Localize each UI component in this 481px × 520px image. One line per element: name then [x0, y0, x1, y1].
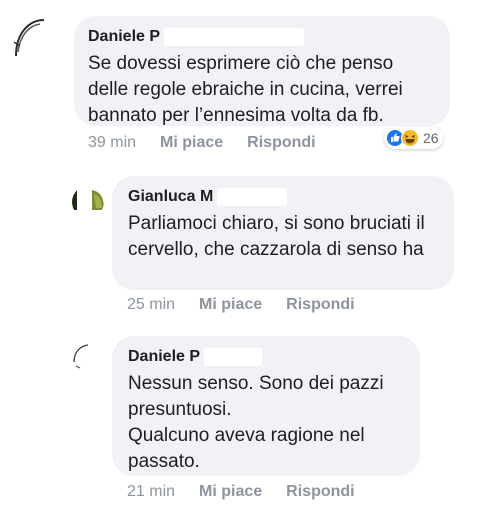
comment-bubble: Daniele P Se dovessi esprimere ciò che p…	[74, 16, 450, 126]
like-button[interactable]: Mi piace	[199, 296, 262, 314]
avatar-image	[72, 186, 104, 218]
haha-icon	[401, 129, 419, 147]
avatar-image	[70, 340, 104, 374]
reply-button[interactable]: Rispondi	[247, 134, 315, 152]
avatar[interactable]	[10, 12, 74, 76]
comment-timestamp[interactable]: 39 min	[88, 134, 136, 152]
avatar[interactable]	[70, 340, 104, 374]
comment-bubble: Gianluca M Parliamoci chiaro, si sono br…	[112, 176, 454, 290]
comment-author[interactable]: Daniele P	[128, 348, 200, 366]
redaction-box	[164, 28, 305, 46]
comment-actions: 39 min Mi piace Rispondi	[88, 134, 316, 152]
comment-author[interactable]: Daniele P	[88, 28, 160, 46]
comment-text: Parliamoci chiaro, si sono bruciati il c…	[128, 213, 425, 260]
comment-text: Nessun senso. Sono dei pazzi presuntuosi…	[128, 373, 384, 472]
reply-button[interactable]: Rispondi	[286, 296, 354, 314]
like-button[interactable]: Mi piace	[199, 483, 262, 501]
avatar-image	[10, 12, 74, 76]
reactions-summary[interactable]: 26	[384, 127, 443, 149]
redaction-box	[217, 188, 288, 206]
reaction-count: 26	[423, 130, 439, 146]
redaction-box	[204, 348, 263, 366]
comment-bubble: Daniele P Nessun senso. Sono dei pazzi p…	[112, 336, 420, 476]
comment-timestamp[interactable]: 21 min	[127, 483, 175, 501]
like-button[interactable]: Mi piace	[160, 134, 223, 152]
comment-timestamp[interactable]: 25 min	[127, 296, 175, 314]
reply-button[interactable]: Rispondi	[286, 483, 354, 501]
avatar[interactable]	[72, 186, 104, 218]
comment-text: Se dovessi esprimere ciò che penso delle…	[88, 53, 403, 126]
comment-actions: 25 min Mi piace Rispondi	[127, 296, 355, 314]
comment-actions: 21 min Mi piace Rispondi	[127, 483, 355, 501]
comment-author[interactable]: Gianluca M	[128, 188, 213, 206]
